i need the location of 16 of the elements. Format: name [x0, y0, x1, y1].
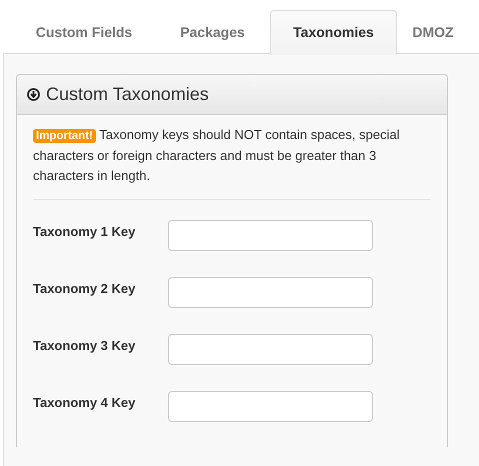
field-label: Taxonomy 2 Key — [33, 280, 136, 296]
download-icon — [27, 88, 40, 101]
panel-title: Custom Taxonomies — [46, 84, 209, 105]
input-field[interactable] — [168, 220, 373, 251]
field-label: Taxonomy 1 Key — [33, 223, 136, 239]
tab[interactable]: Taxonomies — [270, 10, 397, 55]
input-field[interactable] — [168, 277, 373, 308]
field-label: Taxonomy 3 Key — [33, 337, 136, 353]
field-label: Taxonomy 4 Key — [33, 394, 136, 410]
tab[interactable]: DMOZ — [397, 10, 469, 54]
tab[interactable]: Packages — [155, 10, 270, 54]
tab[interactable]: Custom Fields — [13, 10, 155, 54]
notice-text: Important! Taxonomy keys should NOT contain spaces, special characters or foreign characters and must be greater than 3 characters in length. — [33, 125, 431, 200]
important-label: Important! — [33, 129, 96, 143]
input-field[interactable] — [168, 391, 373, 422]
input-field[interactable] — [168, 334, 373, 365]
